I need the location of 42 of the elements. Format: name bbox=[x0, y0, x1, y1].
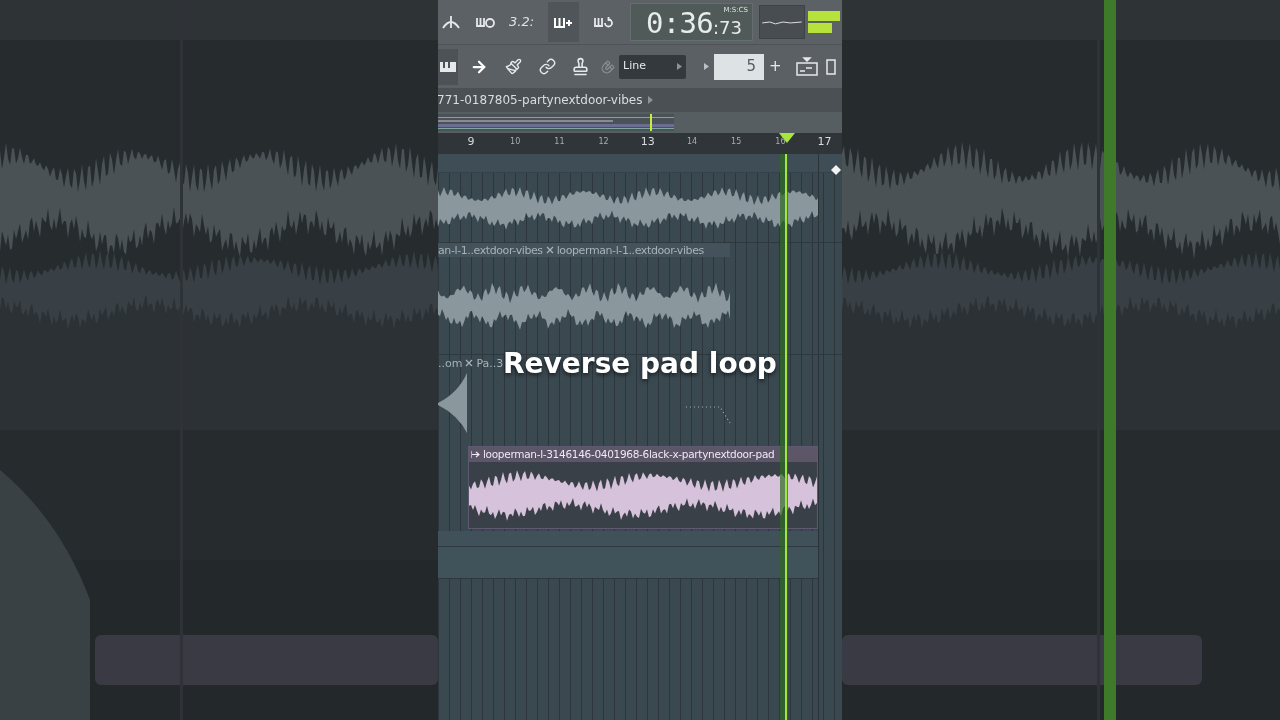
bar-number: 11 bbox=[554, 138, 565, 146]
pattern-plus-icon bbox=[553, 15, 574, 29]
piano-roll-button[interactable] bbox=[438, 48, 458, 85]
bar-number: 15 bbox=[731, 138, 742, 146]
cross-icon bbox=[465, 359, 474, 367]
playlist-icon[interactable] bbox=[795, 56, 818, 77]
time-value: 0:36 bbox=[646, 9, 714, 38]
stamp-icon[interactable] bbox=[571, 57, 590, 76]
arrow-icon bbox=[471, 451, 480, 458]
bar-number: 12 bbox=[598, 138, 609, 146]
caret-icon bbox=[677, 63, 682, 70]
bar-number: 9 bbox=[467, 136, 475, 147]
link-icon[interactable] bbox=[539, 58, 556, 75]
caret-icon[interactable] bbox=[704, 63, 709, 70]
pitch-icon[interactable] bbox=[441, 14, 461, 30]
bar-number: 10 bbox=[510, 138, 521, 146]
oscilloscope bbox=[759, 5, 805, 39]
waveform bbox=[438, 373, 468, 433]
clip-name[interactable]: Pa..3 bbox=[476, 357, 504, 369]
add-step-label[interactable]: + bbox=[769, 55, 782, 78]
clip-name[interactable]: an-l-1..extdoor-vibes bbox=[438, 244, 543, 256]
loop-icon[interactable] bbox=[592, 14, 613, 30]
bar-number: 13 bbox=[640, 136, 655, 147]
cross-icon bbox=[545, 246, 554, 254]
clip-name[interactable]: looperman-l-1..extdoor-vibes bbox=[556, 244, 704, 256]
beat-label[interactable]: 3.2: bbox=[509, 12, 535, 32]
snap-dropdown[interactable]: Line bbox=[619, 54, 686, 79]
clip-name: looperman-l-3146146-0401968-6lack-x-partynextdoor-pad bbox=[483, 449, 775, 460]
centiseconds: :73 bbox=[713, 19, 742, 37]
automation-points bbox=[686, 405, 732, 425]
add-pattern-button[interactable] bbox=[548, 2, 579, 42]
bar-number: 17 bbox=[817, 136, 832, 147]
playlist-title: 771-0187805-partynextdoor-vibes bbox=[438, 92, 643, 109]
clip-name[interactable]: ..om bbox=[438, 357, 463, 369]
bar-number: 14 bbox=[686, 138, 698, 146]
brush-icon[interactable] bbox=[505, 58, 522, 75]
audio-clip[interactable]: looperman-l-3146146-0401968-6lack-x-partynextdoor-pad bbox=[468, 446, 818, 529]
step-field[interactable]: 5 bbox=[714, 53, 764, 80]
level-meter bbox=[808, 9, 842, 35]
caption: Reverse pad loop bbox=[503, 346, 777, 382]
piano-icon bbox=[440, 59, 456, 74]
caret-icon[interactable] bbox=[648, 96, 654, 104]
